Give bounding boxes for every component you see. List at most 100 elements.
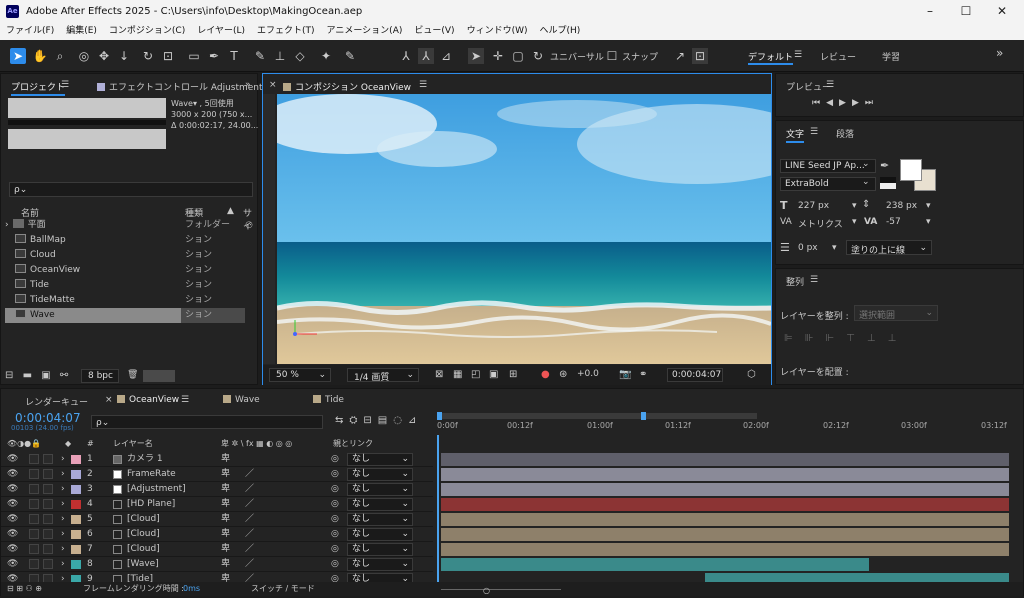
show-snapshot-icon[interactable]: ⚭ <box>639 369 647 380</box>
graph-editor-icon[interactable]: ⊿ <box>408 415 422 426</box>
label-color[interactable] <box>71 560 81 569</box>
grid-icon[interactable]: ⊞ <box>509 369 517 380</box>
style-dropdown-icon[interactable]: ⌄ <box>862 177 870 187</box>
quality-switch-icon[interactable]: ／ <box>245 512 254 527</box>
expand-arrow-icon[interactable]: › <box>61 482 65 497</box>
layer-row[interactable]: 👁 › 4 [HD Plane] 卑 ／ ◎ なし ⌄ <box>1 497 433 512</box>
workspace-default[interactable]: デフォルト <box>748 50 794 65</box>
font-dropdown-icon[interactable]: ⌄ <box>862 159 870 169</box>
shy-icon[interactable]: ⊟ <box>363 415 377 426</box>
workspace-review[interactable]: レビュー <box>820 50 856 63</box>
parent-select[interactable]: なし ⌄ <box>347 453 413 466</box>
panel-overflow-icon[interactable]: » <box>245 80 251 90</box>
switch-mode-toggle[interactable]: スイッチ / モード <box>251 582 315 596</box>
label-color[interactable] <box>71 515 81 524</box>
audio-toggle[interactable] <box>29 574 39 582</box>
pan-behind-tool-icon[interactable]: ⊡ <box>160 48 176 64</box>
shy-switch-icon[interactable]: 卑 <box>221 467 230 482</box>
work-area-start[interactable] <box>437 412 442 420</box>
stroke-width-value[interactable]: 0 px <box>798 243 818 253</box>
quality-switch-icon[interactable]: ／ <box>245 482 254 497</box>
quality-switch-icon[interactable]: ／ <box>245 557 254 572</box>
layer-row[interactable]: 👁 › 8 [Wave] 卑 ／ ◎ なし ⌄ <box>1 557 433 572</box>
list-item[interactable]: › 平面 フォルダー <box>5 218 245 233</box>
interpret-footage-icon[interactable]: ⊟ <box>5 370 13 381</box>
align-vcenter-icon[interactable]: ⊥ <box>867 333 888 344</box>
parent-select[interactable]: なし ⌄ <box>347 528 413 541</box>
layer-name[interactable]: FrameRate <box>127 467 176 482</box>
layer-duration-bar[interactable] <box>441 528 1009 541</box>
dolly-camera-icon[interactable]: ↓ <box>116 48 132 64</box>
transparency-grid-icon[interactable]: ▦ <box>453 369 462 380</box>
parent-select[interactable]: なし ⌄ <box>347 543 413 556</box>
shy-switch-icon[interactable]: 卑 <box>221 512 230 527</box>
new-comp-icon[interactable]: ▣ <box>41 370 50 381</box>
parent-select[interactable]: なし ⌄ <box>347 468 413 481</box>
first-frame-icon[interactable]: ⏮ <box>812 98 826 108</box>
parent-select[interactable]: なし ⌄ <box>347 513 413 526</box>
list-item[interactable]: Cloud ション <box>5 248 245 263</box>
expand-arrow-icon[interactable]: › <box>61 452 65 467</box>
align-target-select[interactable]: 選択範囲 ⌄ <box>854 305 938 321</box>
region-icon[interactable]: ⊠ <box>435 369 443 380</box>
sort-arrow-icon[interactable]: ▲ <box>227 206 234 216</box>
shy-switch-icon[interactable]: 卑 <box>221 557 230 572</box>
menu-file[interactable]: ファイル(F) <box>6 23 54 40</box>
layer-name[interactable]: [HD Plane] <box>127 497 175 512</box>
visibility-eye-icon[interactable]: 👁 <box>7 527 18 542</box>
layer-duration-bar[interactable] <box>441 543 1009 556</box>
layer-name[interactable]: [Adjustment] <box>127 482 186 497</box>
close-tab-icon[interactable]: × <box>105 395 113 405</box>
col-parent[interactable]: 親とリンク <box>333 437 373 451</box>
solo-toggle[interactable] <box>43 499 53 509</box>
pickwhip-icon[interactable]: ◎ <box>331 497 339 512</box>
timeline-menu-icon[interactable]: ☰ <box>181 395 189 405</box>
layer-row[interactable]: 👁 › 2 FrameRate 卑 ／ ◎ なし ⌄ <box>1 467 433 482</box>
solo-toggle[interactable] <box>43 454 53 464</box>
prev-frame-icon[interactable]: ◀ <box>826 98 839 108</box>
shy-switch-icon[interactable]: 卑 <box>221 527 230 542</box>
tab-composition[interactable]: コンポジション OceanView <box>283 80 411 94</box>
layer-row[interactable]: 👁 › 7 [Cloud] 卑 ／ ◎ なし ⌄ <box>1 542 433 557</box>
pickwhip-icon[interactable]: ◎ <box>331 572 339 582</box>
layer-duration-bar[interactable] <box>441 513 1009 526</box>
next-frame-icon[interactable]: ▶ <box>852 98 865 108</box>
leading-value[interactable]: 238 px <box>886 201 917 211</box>
list-item[interactable]: Tide ション <box>5 278 245 293</box>
align-right-icon[interactable]: ⊩ <box>825 333 846 344</box>
expand-arrow-icon[interactable]: › <box>61 467 65 482</box>
layer-duration-bar[interactable] <box>441 483 1009 496</box>
rotate-icon[interactable]: ↻ <box>530 48 546 64</box>
visibility-eye-icon[interactable]: 👁 <box>7 497 18 512</box>
kerning-dropdown-icon[interactable]: ▾ <box>852 217 857 227</box>
align-bottom-icon[interactable]: ⊥ <box>888 333 909 344</box>
visibility-eye-icon[interactable]: 👁 <box>7 542 18 557</box>
comp-menu-icon[interactable]: ☰ <box>419 80 427 90</box>
font-size-value[interactable]: 227 px <box>798 201 829 211</box>
expand-arrow-icon[interactable]: › <box>61 527 65 542</box>
tab-align[interactable]: 整列 <box>786 275 804 288</box>
menu-view[interactable]: ビュー(V) <box>414 23 454 40</box>
parent-select[interactable]: なし ⌄ <box>347 558 413 571</box>
solo-toggle[interactable] <box>43 484 53 494</box>
expand-arrow-icon[interactable]: › <box>61 512 65 527</box>
visibility-eye-icon[interactable]: 👁 <box>7 512 18 527</box>
view-axis-icon[interactable]: ⊿ <box>438 48 454 64</box>
menu-layer[interactable]: レイヤー(L) <box>197 23 245 40</box>
preview-menu-icon[interactable]: ☰ <box>826 80 834 90</box>
list-item[interactable]: BallMap ション <box>5 233 245 248</box>
stroke-width-dropdown-icon[interactable]: ▾ <box>832 243 837 253</box>
project-search-input[interactable]: ρ⌄ <box>9 182 253 197</box>
layer-name[interactable]: [Cloud] <box>127 542 160 557</box>
solo-toggle[interactable] <box>43 559 53 569</box>
tab-oceanview[interactable]: OceanView <box>117 395 179 406</box>
menu-edit[interactable]: 編集(E) <box>66 23 97 40</box>
quality-switch-icon[interactable]: ／ <box>245 542 254 557</box>
safe-area-icon[interactable]: ▣ <box>489 369 498 380</box>
list-item[interactable]: TideMatte ション <box>5 293 245 308</box>
pickwhip-icon[interactable]: ◎ <box>331 527 339 542</box>
snap-label[interactable]: スナップ <box>622 50 658 63</box>
audio-toggle[interactable] <box>29 514 39 524</box>
align-hcenter-icon[interactable]: ⊪ <box>805 333 826 344</box>
pickwhip-icon[interactable]: ◎ <box>331 512 339 527</box>
